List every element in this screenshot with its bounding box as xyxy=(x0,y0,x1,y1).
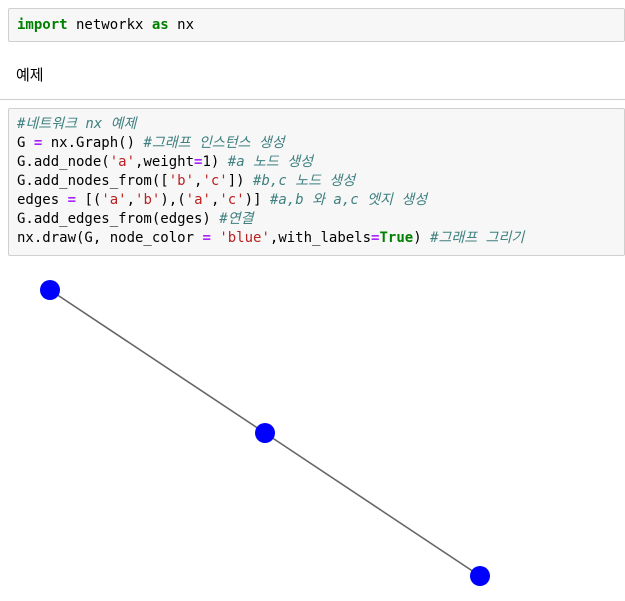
code-text: )] xyxy=(244,192,270,208)
code-text: 1) xyxy=(202,154,228,170)
code-line-5: edges = [('a','b'),('a','c')] #a,b 와 a,c… xyxy=(17,191,427,209)
code-text: G.add_nodes_from([ xyxy=(17,173,169,189)
code-text: [( xyxy=(76,192,102,208)
comment: #그래프 그리기 xyxy=(430,230,525,246)
comment: #연결 xyxy=(219,211,254,227)
comment: #네트워크 nx 예제 xyxy=(17,116,137,132)
markdown-cell-text: 예제 xyxy=(16,66,44,84)
code-text: G.add_node( xyxy=(17,154,110,170)
code-cell-import[interactable]: import networkx as nx xyxy=(8,8,625,42)
string-literal: 'b' xyxy=(135,192,161,208)
code-text: ) xyxy=(413,230,431,246)
code-line-1: #네트워크 nx 예제 xyxy=(17,115,136,133)
module-name: networkx xyxy=(67,17,152,33)
string-literal: 'blue' xyxy=(219,230,270,246)
graph-edge xyxy=(49,289,266,434)
graph-output-plot xyxy=(40,280,490,586)
keyword-import: import xyxy=(17,17,68,33)
string-literal: 'c' xyxy=(219,192,245,208)
comment: #그래프 인스턴스 생성 xyxy=(143,135,285,151)
markdown-divider xyxy=(0,99,625,100)
code-line-3: G.add_node('a',weight=1) #a 노드 생성 xyxy=(17,153,313,171)
graph-edge xyxy=(264,432,481,577)
string-literal: 'c' xyxy=(202,173,228,189)
keyword-true: True xyxy=(379,230,414,246)
code-text: G xyxy=(17,135,34,151)
code-text: ),( xyxy=(160,192,186,208)
code-text: , xyxy=(126,192,136,208)
keyword-as: as xyxy=(151,17,169,33)
code-text: nx.draw(G, node_color xyxy=(17,230,203,246)
code-line-4: G.add_nodes_from(['b','c']) #b,c 노드 생성 xyxy=(17,172,355,190)
operator: = xyxy=(67,192,77,208)
comment: #a,b 와 a,c 엣지 생성 xyxy=(269,192,428,208)
comment: #a 노드 생성 xyxy=(227,154,314,170)
graph-node xyxy=(255,423,275,443)
code-text: ]) xyxy=(227,173,254,189)
operator: = xyxy=(202,230,211,246)
code-text: ,with_labels xyxy=(269,230,372,246)
string-literal: 'b' xyxy=(168,173,195,189)
graph-node xyxy=(470,566,490,586)
code-text: edges xyxy=(17,192,68,208)
code-text: G.add_edges_from(edges) xyxy=(17,211,220,227)
string-literal: 'a' xyxy=(109,154,136,170)
code-line-import: import networkx as nx xyxy=(17,16,194,34)
comment: #b,c 노드 생성 xyxy=(253,173,356,189)
code-line-6: G.add_edges_from(edges) #연결 xyxy=(17,210,254,228)
string-literal: 'a' xyxy=(185,192,211,208)
graph-node xyxy=(40,280,60,300)
code-text: ,weight xyxy=(135,154,195,170)
code-line-2: G = nx.Graph() #그래프 인스턴스 생성 xyxy=(17,134,285,152)
code-text: nx.Graph() xyxy=(42,135,144,151)
code-line-7: nx.draw(G, node_color = 'blue',with_labe… xyxy=(17,229,524,247)
string-literal: 'a' xyxy=(101,192,127,208)
module-alias: nx xyxy=(168,17,195,33)
code-cell-graph[interactable]: #네트워크 nx 예제 G = nx.Graph() #그래프 인스턴스 생성 … xyxy=(8,108,625,256)
